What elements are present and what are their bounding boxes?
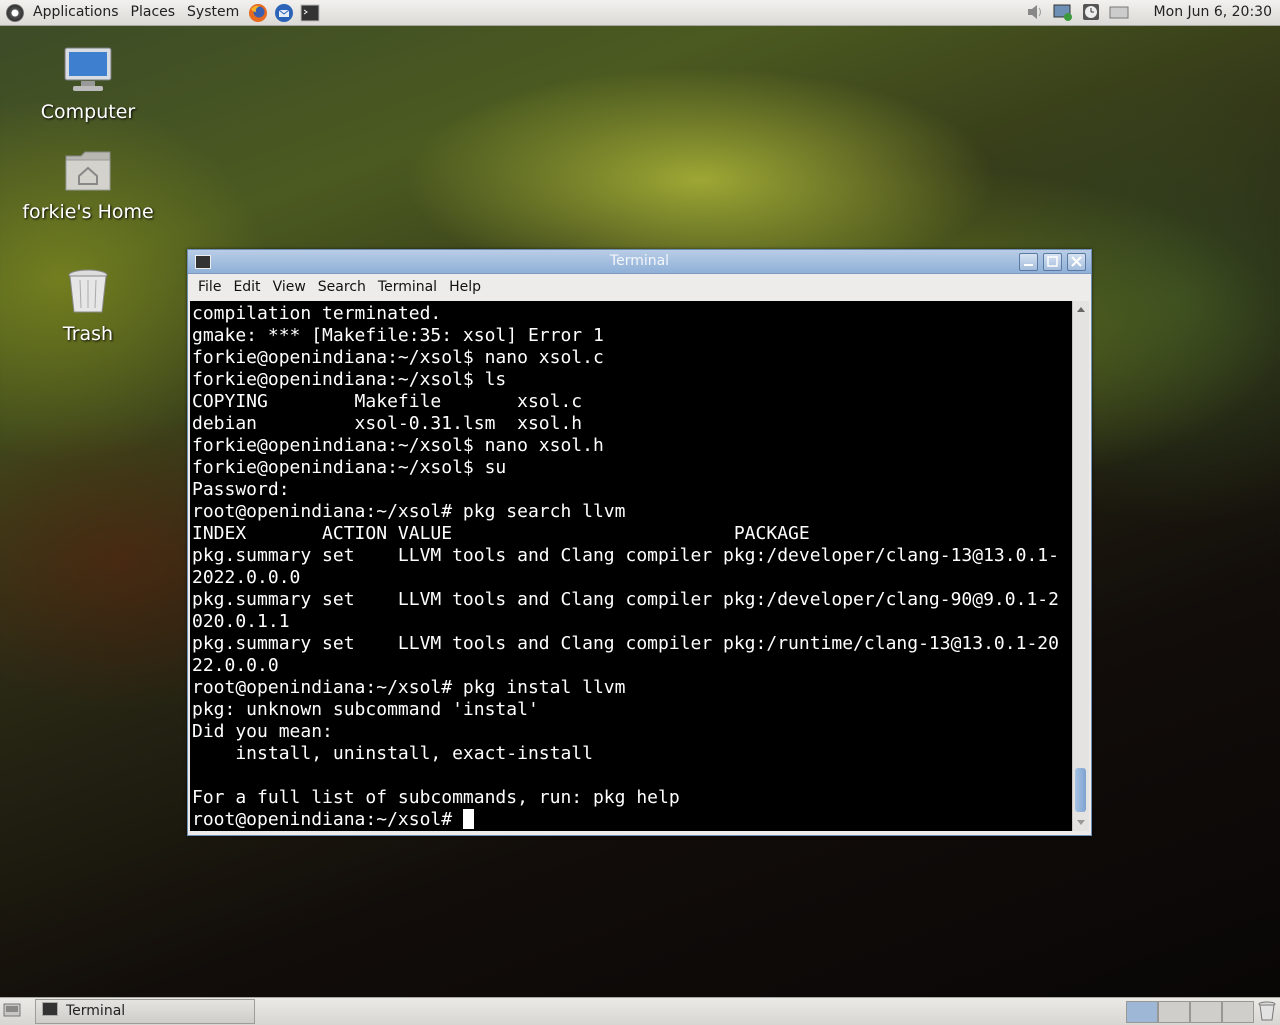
desktop-icon-home[interactable]: forkie's Home <box>13 148 163 223</box>
terminal-menubar: File Edit View Search Terminal Help <box>188 274 1091 300</box>
terminal-line: root@openindiana:~/xsol# pkg search llvm <box>192 501 626 522</box>
terminal-line: pkg.summary set LLVM tools and Clang com… <box>192 633 1059 654</box>
distro-logo-icon[interactable] <box>6 3 24 22</box>
home-folder-icon <box>13 148 163 199</box>
text-cursor <box>462 809 474 829</box>
terminal-window[interactable]: Terminal File Edit View Search Terminal … <box>187 249 1092 836</box>
menu-help[interactable]: Help <box>443 279 487 295</box>
system-tray <box>1024 2 1130 22</box>
terminal-line: pkg.summary set LLVM tools and Clang com… <box>192 545 1059 566</box>
terminal-prompt-line[interactable]: root@openindiana:~/xsol# <box>192 809 1073 831</box>
menu-search[interactable]: Search <box>312 279 372 295</box>
terminal-text: compilation terminated. gmake: *** [Makef… <box>190 301 1073 831</box>
terminal-line: Did you mean: <box>192 721 333 742</box>
menu-file[interactable]: File <box>192 279 227 295</box>
close-button[interactable] <box>1067 253 1086 271</box>
clock[interactable]: Mon Jun 6, 20:30 <box>1154 0 1272 25</box>
terminal-task-icon <box>42 1002 58 1016</box>
scrollbar-thumb[interactable] <box>1075 768 1086 812</box>
top-panel: Applications Places System Mon Jun 6, 20… <box>0 0 1280 26</box>
terminal-line: forkie@openindiana:~/xsol$ su <box>192 457 507 478</box>
terminal-line: 22.0.0.0 <box>192 655 279 676</box>
firefox-icon[interactable] <box>248 3 268 23</box>
terminal-line: forkie@openindiana:~/xsol$ nano xsol.c <box>192 347 604 368</box>
menu-places[interactable]: Places <box>125 0 182 25</box>
workspace-2[interactable] <box>1158 1001 1190 1023</box>
bottom-panel: Terminal <box>0 997 1280 1025</box>
desktop-icon-computer[interactable]: Computer <box>13 46 163 123</box>
panel-trash-icon[interactable] <box>1258 1001 1276 1021</box>
desktop-icon-trash[interactable]: Trash <box>13 268 163 345</box>
clock-app-icon[interactable] <box>1080 2 1102 22</box>
terminal-line: For a full list of subcommands, run: pkg… <box>192 787 680 808</box>
terminal-line: compilation terminated. <box>192 303 442 324</box>
terminal-output-area[interactable]: compilation terminated. gmake: *** [Makef… <box>190 301 1073 831</box>
volume-icon[interactable] <box>1024 2 1046 22</box>
terminal-line: pkg: unknown subcommand 'instal' <box>192 699 539 720</box>
terminal-line: forkie@openindiana:~/xsol$ nano xsol.h <box>192 435 604 456</box>
taskbar-label: Terminal <box>66 1003 126 1019</box>
taskbar-button-terminal[interactable]: Terminal <box>35 999 255 1024</box>
scroll-up-arrow-icon[interactable] <box>1077 307 1085 312</box>
maximize-button[interactable] <box>1043 253 1062 271</box>
terminal-line: INDEX ACTION VALUE PACKAGE <box>192 523 810 544</box>
terminal-launcher-icon[interactable] <box>300 3 320 23</box>
terminal-line: 020.0.1.1 <box>192 611 290 632</box>
workspace-1[interactable] <box>1126 1001 1158 1023</box>
desktop-icon-label: forkie's Home <box>22 201 154 223</box>
terminal-line: forkie@openindiana:~/xsol$ ls <box>192 369 507 390</box>
terminal-prompt: root@openindiana:~/xsol# <box>192 809 463 830</box>
workspace-3[interactable] <box>1190 1001 1222 1023</box>
vertical-scrollbar[interactable] <box>1072 301 1089 831</box>
menu-system[interactable]: System <box>181 0 245 25</box>
minimize-button[interactable] <box>1019 253 1038 271</box>
display-icon[interactable] <box>1108 2 1130 22</box>
menu-terminal[interactable]: Terminal <box>372 279 443 295</box>
window-titlebar[interactable]: Terminal <box>188 250 1091 274</box>
terminal-line: 2022.0.0.0 <box>192 567 301 588</box>
terminal-line: gmake: *** [Makefile:35: xsol] Error 1 <box>192 325 604 346</box>
show-desktop-icon[interactable] <box>3 1002 21 1018</box>
desktop-icon-label: Trash <box>62 323 114 345</box>
menu-edit[interactable]: Edit <box>227 279 266 295</box>
menu-applications[interactable]: Applications <box>27 0 125 25</box>
window-title: Terminal <box>609 253 670 269</box>
terminal-line: Password: <box>192 479 290 500</box>
computer-icon <box>13 46 163 99</box>
desktop-icon-label: Computer <box>40 101 136 123</box>
terminal-line: COPYING Makefile xsol.c <box>192 391 583 412</box>
thunderbird-icon[interactable] <box>274 3 294 23</box>
trash-icon <box>13 268 163 321</box>
network-icon[interactable] <box>1052 2 1074 22</box>
terminal-line: debian xsol-0.31.lsm xsol.h <box>192 413 583 434</box>
menu-view[interactable]: View <box>267 279 312 295</box>
workspace-4[interactable] <box>1222 1001 1254 1023</box>
terminal-line: install, uninstall, exact-install <box>192 743 593 764</box>
terminal-line: root@openindiana:~/xsol# pkg instal llvm <box>192 677 626 698</box>
scroll-down-arrow-icon[interactable] <box>1077 820 1085 825</box>
workspace-switcher <box>1126 1001 1254 1023</box>
terminal-line: pkg.summary set LLVM tools and Clang com… <box>192 589 1059 610</box>
